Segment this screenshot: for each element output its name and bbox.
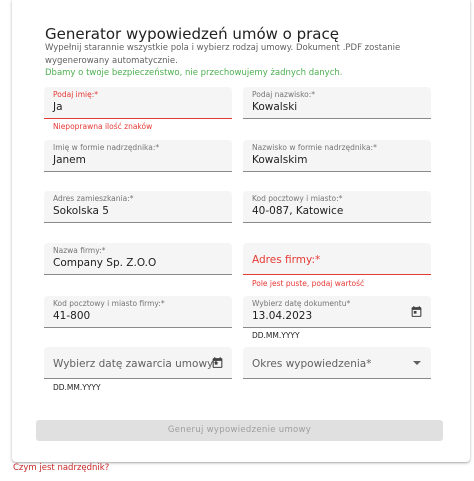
last-name-genitive-value: Kowalskim <box>252 154 308 166</box>
page-title: Generator wypowiedzeń umów o pracę <box>45 25 339 43</box>
address-label: Adres zamieszkania:* <box>53 194 134 203</box>
last-name-genitive-field[interactable]: Nazwisko w formie nadrzędnika:* Kowalski… <box>243 140 431 172</box>
calendar-icon[interactable] <box>211 356 224 369</box>
postal-city-value: 40-087, Katowice <box>252 205 344 217</box>
postal-city-field[interactable]: Kod pocztowy i miasto:* 40-087, Katowice <box>243 191 431 223</box>
document-date-value: 13.04.2023 <box>252 310 313 322</box>
first-name-genitive-label: Imię w formie nadrzędnika:* <box>53 143 160 152</box>
calendar-icon[interactable] <box>410 305 423 318</box>
company-name-field[interactable]: Nazwa firmy:* Company Sp. Z.O.O <box>44 243 232 275</box>
address-field[interactable]: Adres zamieszkania:* Sokolska 5 <box>44 191 232 223</box>
security-note: Dbamy o twoje bezpieczeństwo, nie przech… <box>45 68 343 78</box>
address-value: Sokolska 5 <box>53 205 109 217</box>
last-name-value: Kowalski <box>252 101 298 113</box>
company-name-value: Company Sp. Z.O.O <box>53 257 157 269</box>
document-date-hint: DD.MM.YYYY <box>252 331 300 340</box>
company-postal-city-label: Kod pocztowy i miasto firmy:* <box>53 299 165 308</box>
last-name-genitive-label: Nazwisko w formie nadrzędnika:* <box>252 143 377 152</box>
first-name-genitive-field[interactable]: Imię w formie nadrzędnika:* Janem <box>44 140 232 172</box>
help-link[interactable]: Czym jest nadrzędnik? <box>13 463 109 473</box>
company-address-error: Pole jest puste, podaj wartość <box>252 279 365 288</box>
generate-button[interactable]: Generuj wypowiedzenie umowy <box>36 420 443 441</box>
form-description: Wypełnij starannie wszystkie pola i wybi… <box>45 43 401 66</box>
postal-city-label: Kod pocztowy i miasto:* <box>252 194 343 203</box>
first-name-value: Ja <box>53 101 63 113</box>
first-name-genitive-value: Janem <box>53 154 86 166</box>
first-name-field[interactable]: Podaj imię:* Ja <box>44 87 232 119</box>
document-date-field[interactable]: Wybierz datę dokumentu* 13.04.2023 <box>243 296 431 328</box>
notice-period-placeholder: Okres wypowiedzenia* <box>252 358 372 370</box>
first-name-label: Podaj imię:* <box>53 90 99 99</box>
notice-period-select[interactable]: Okres wypowiedzenia* <box>243 347 431 379</box>
company-name-label: Nazwa firmy:* <box>53 246 106 255</box>
company-address-placeholder: Adres firmy:* <box>252 254 321 266</box>
contract-date-placeholder: Wybierz datę zawarcia umowy* <box>53 358 219 370</box>
contract-date-hint: DD.MM.YYYY <box>53 383 101 392</box>
first-name-error: Niepoprawna ilość znaków <box>53 122 153 131</box>
company-postal-city-field[interactable]: Kod pocztowy i miasto firmy:* 41-800 <box>44 296 232 328</box>
document-date-label: Wybierz datę dokumentu* <box>252 299 351 308</box>
contract-date-field[interactable]: Wybierz datę zawarcia umowy* <box>44 347 232 379</box>
last-name-field[interactable]: Podaj nazwisko:* Kowalski <box>243 87 431 119</box>
chevron-down-icon[interactable] <box>413 361 421 365</box>
last-name-label: Podaj nazwisko:* <box>252 90 316 99</box>
company-address-field[interactable]: Adres firmy:* <box>243 243 431 275</box>
company-postal-city-value: 41-800 <box>53 310 91 322</box>
